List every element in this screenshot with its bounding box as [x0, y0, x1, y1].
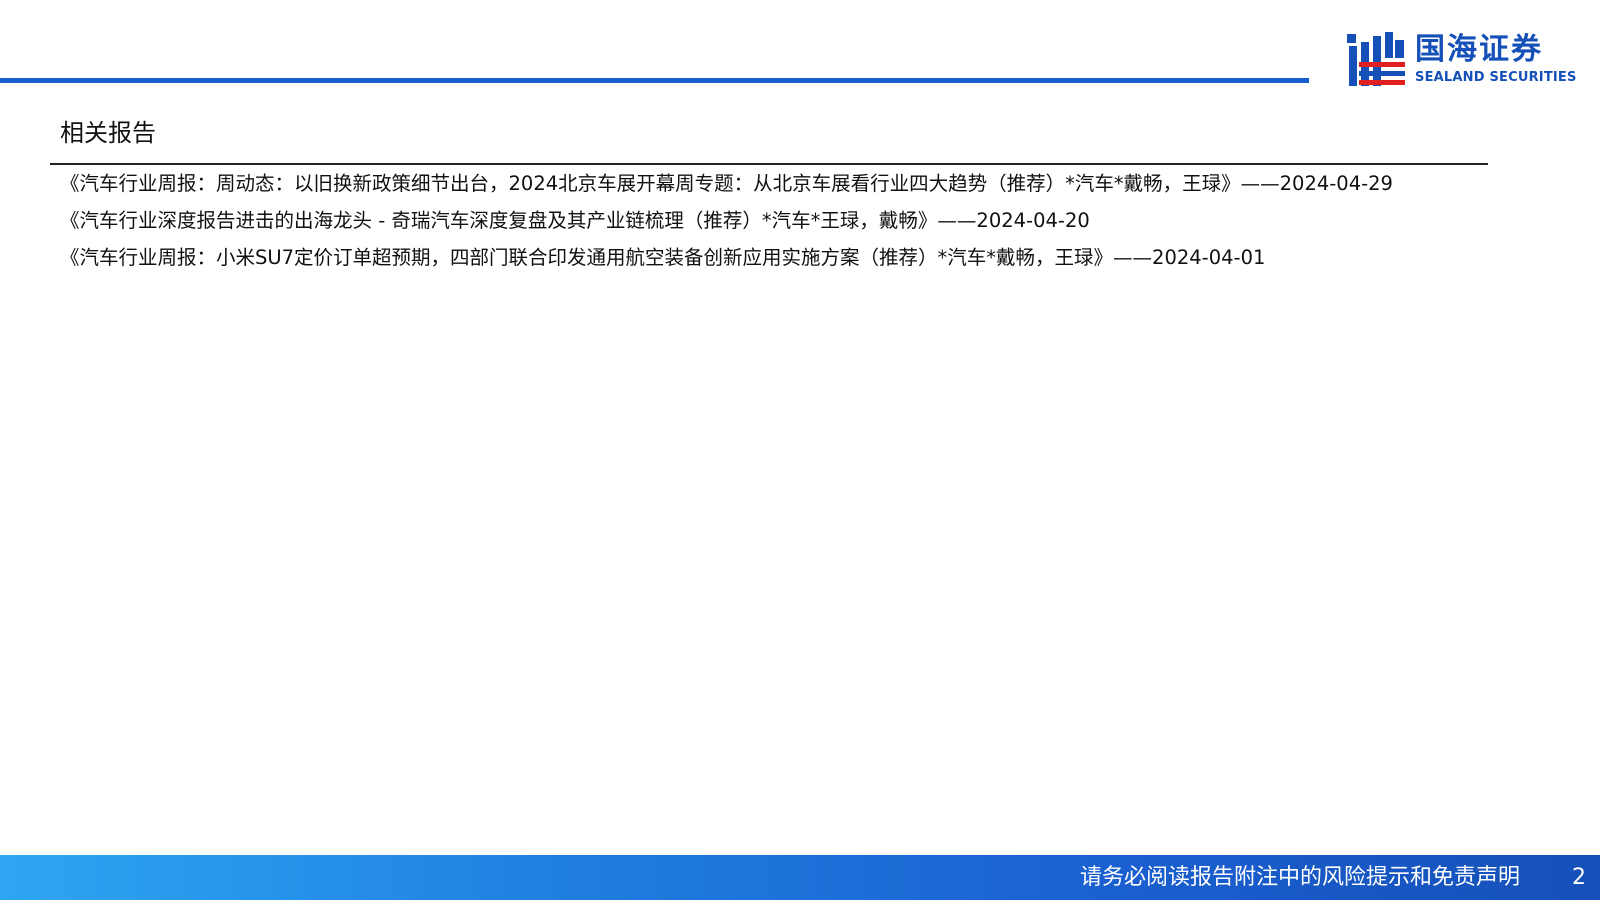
section-divider [50, 163, 1488, 165]
brand-logo: 国海证券 SEALAND SECURITIES [1347, 30, 1577, 90]
section-title: 相关报告 [60, 119, 156, 147]
report-page: 国海证券 SEALAND SECURITIES 相关报告 《汽车行业周报：周动态… [0, 0, 1600, 900]
brand-name-cn: 国海证券 [1415, 32, 1543, 67]
report-item: 《汽车行业周报：小米SU7定价订单超预期，四部门联合印发通用航空装备创新应用实施… [60, 246, 1266, 269]
header-rule [0, 78, 1309, 83]
report-item: 《汽车行业周报：周动态：以旧换新政策细节出台，2024北京车展开幕周专题：从北京… [60, 172, 1393, 195]
footer-bar: 请务必阅读报告附注中的风险提示和免责声明 2 [0, 855, 1600, 900]
sealand-logo-icon [1347, 32, 1405, 86]
brand-name-en: SEALAND SECURITIES [1415, 70, 1577, 85]
footer-disclaimer: 请务必阅读报告附注中的风险提示和免责声明 [1079, 865, 1520, 890]
related-reports-list: 《汽车行业周报：周动态：以旧换新政策细节出台，2024北京车展开幕周专题：从北京… [60, 171, 1430, 282]
report-item: 《汽车行业深度报告进击的出海龙头 - 奇瑞汽车深度复盘及其产业链梳理（推荐）*汽… [60, 209, 1090, 232]
page-number: 2 [1572, 865, 1586, 890]
